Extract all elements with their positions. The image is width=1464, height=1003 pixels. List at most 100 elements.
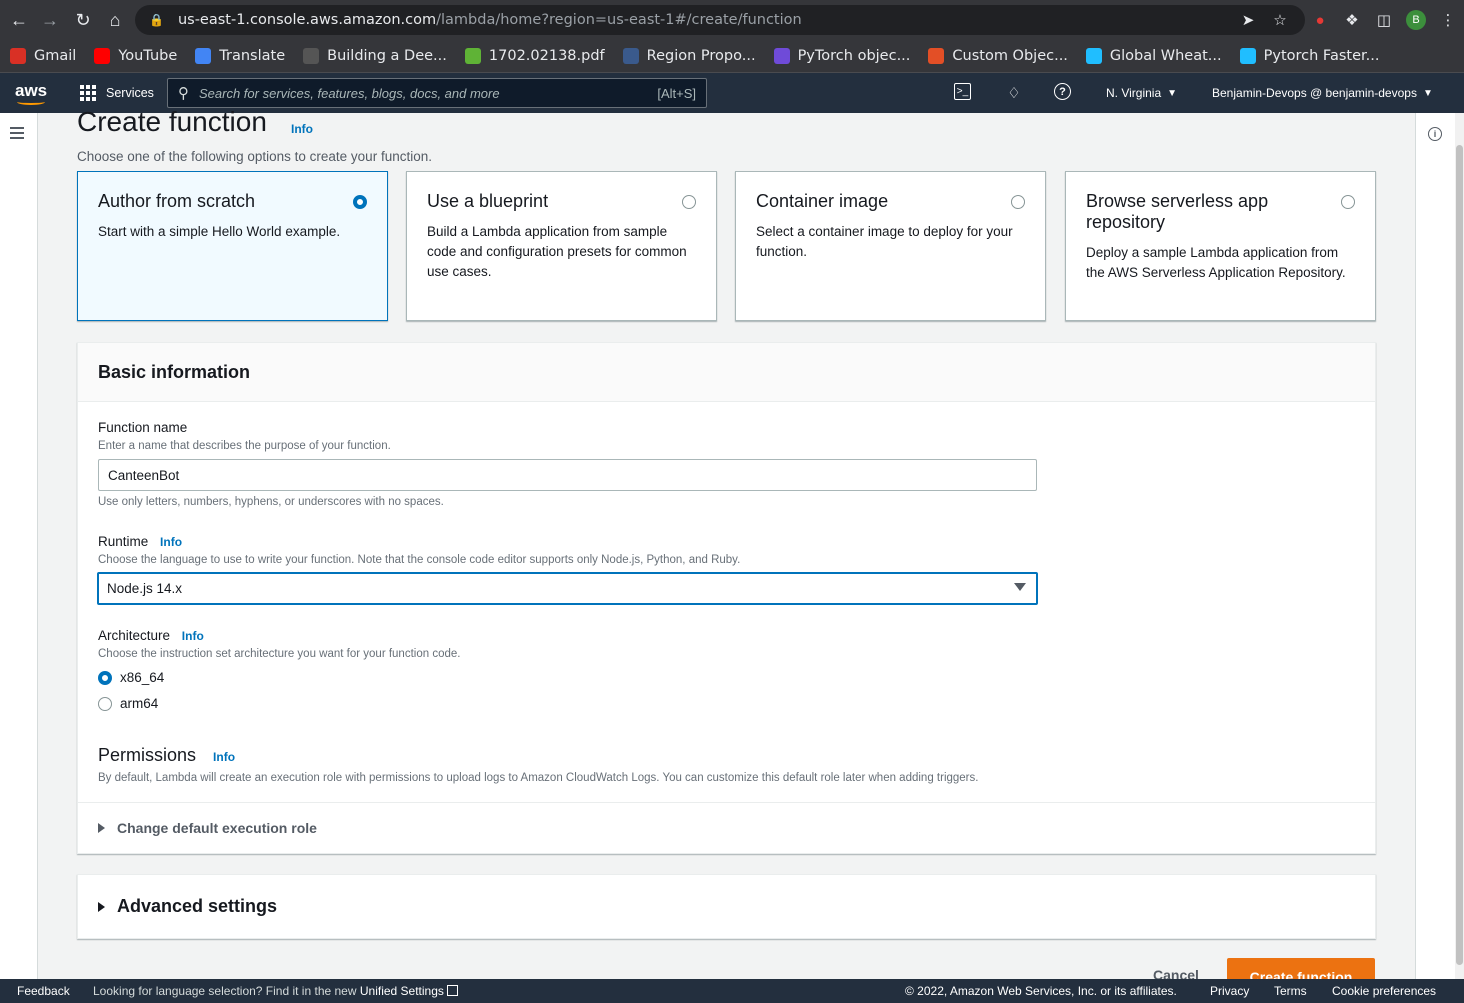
- profile-initial: B: [1406, 10, 1426, 30]
- option-radio[interactable]: [1011, 195, 1025, 209]
- bookmark-item[interactable]: Region Propo...: [622, 48, 756, 64]
- architecture-option-x86[interactable]: x86_64: [98, 670, 164, 685]
- bookmark-favicon-icon: [195, 48, 212, 64]
- runtime-select[interactable]: Node.js 14.x: [97, 572, 1038, 605]
- bookmark-favicon-icon: [303, 48, 320, 64]
- bookmark-item[interactable]: Pytorch Faster...: [1239, 48, 1379, 64]
- search-shortcut: [Alt+S]: [657, 85, 696, 101]
- bookmark-item[interactable]: Translate: [195, 48, 285, 64]
- bookmark-favicon-icon: [1085, 48, 1102, 64]
- bookmark-label: Global Wheat...: [1109, 48, 1222, 64]
- option-title: Container image: [756, 191, 889, 211]
- language-notice: Looking for language selection? Find it …: [93, 984, 458, 998]
- architecture-desc: Choose the instruction set architecture …: [98, 648, 461, 660]
- title-info-link[interactable]: Info: [291, 122, 313, 136]
- aws-logo[interactable]: aws: [15, 81, 48, 105]
- home-icon[interactable]: ⌂: [99, 4, 131, 36]
- option-radio[interactable]: [353, 195, 367, 209]
- page-scrollbar[interactable]: [1455, 113, 1464, 979]
- radio-label: x86_64: [120, 670, 165, 685]
- share-icon[interactable]: ➤: [1232, 4, 1264, 36]
- cookie-preferences-link[interactable]: Cookie preferences: [1332, 984, 1436, 998]
- bell-icon[interactable]: ♢: [1004, 83, 1024, 103]
- bookmark-label: Gmail: [34, 48, 77, 64]
- bookmark-label: YouTube: [118, 48, 178, 64]
- option-author-from-scratch[interactable]: Author from scratch Start with a simple …: [77, 171, 388, 321]
- bookmark-item[interactable]: Custom Objec...: [928, 48, 1068, 64]
- puzzle-icon[interactable]: ❖: [1336, 4, 1368, 36]
- console-footer: Feedback Looking for language selection?…: [0, 979, 1464, 1003]
- aws-smile-icon: [17, 99, 45, 105]
- option-title: Use a blueprint: [427, 191, 549, 211]
- menu-kebab-icon[interactable]: ⋮: [1432, 4, 1464, 36]
- function-name-label: Function name: [98, 420, 188, 435]
- option-desc: Deploy a sample Lambda application from …: [1086, 245, 1346, 280]
- basic-information-panel: Basic information Function name Enter a …: [77, 342, 1376, 854]
- bookmark-item[interactable]: 1702.02138.pdf: [464, 48, 605, 64]
- advanced-settings-expander[interactable]: Advanced settings: [98, 896, 277, 917]
- star-icon[interactable]: ☆: [1264, 4, 1296, 36]
- option-container-image[interactable]: Container image Select a container image…: [735, 171, 1046, 321]
- search-input[interactable]: [199, 85, 639, 101]
- browser-toolbar: ← → ↻ ⌂ 🔒 us-east-1.console.aws.amazon.c…: [0, 0, 1464, 40]
- bookmark-item[interactable]: Global Wheat...: [1085, 48, 1222, 64]
- option-browse-serverless[interactable]: Browse serverless app repository Deploy …: [1065, 171, 1376, 321]
- option-radio[interactable]: [682, 195, 696, 209]
- function-name-input[interactable]: [98, 459, 1037, 491]
- bookmark-favicon-icon: [622, 48, 639, 64]
- account-label: Benjamin-Devops @ benjamin-devops: [1212, 86, 1417, 100]
- option-radio[interactable]: [1341, 195, 1355, 209]
- forward-icon[interactable]: →: [34, 4, 66, 36]
- info-panel-icon[interactable]: i: [1428, 127, 1442, 141]
- change-execution-role-expander[interactable]: Change default execution role: [98, 820, 317, 836]
- option-desc: Build a Lambda application from sample c…: [427, 224, 687, 279]
- region-selector[interactable]: N. Virginia ▼: [1106, 73, 1177, 113]
- external-link-icon: [446, 985, 458, 996]
- runtime-label: Runtime Info: [98, 534, 182, 549]
- option-use-blueprint[interactable]: Use a blueprint Build a Lambda applicati…: [406, 171, 717, 321]
- aws-logo-text: aws: [15, 81, 48, 100]
- permissions-heading: Permissions Info: [98, 745, 235, 766]
- reload-icon[interactable]: ↻: [67, 4, 99, 36]
- cloudshell-icon[interactable]: >_: [954, 83, 971, 100]
- runtime-info-link[interactable]: Info: [160, 535, 182, 549]
- architecture-info-link[interactable]: Info: [182, 629, 204, 643]
- architecture-option-arm64[interactable]: arm64: [98, 696, 158, 711]
- feedback-link[interactable]: Feedback: [17, 984, 70, 998]
- profile-avatar[interactable]: B: [1400, 4, 1432, 36]
- privacy-link[interactable]: Privacy: [1210, 984, 1249, 998]
- hamburger-icon[interactable]: [10, 127, 24, 142]
- lock-icon: 🔒: [149, 13, 164, 27]
- option-desc: Start with a simple Hello World example.: [98, 224, 341, 239]
- radio-x86[interactable]: [98, 670, 112, 685]
- bookmark-item[interactable]: Gmail: [10, 48, 76, 64]
- search-icon: ⚲: [178, 85, 189, 102]
- bookmark-favicon-icon: [464, 48, 481, 64]
- extension-red-icon[interactable]: ●: [1304, 4, 1336, 36]
- bookmark-label: Translate: [219, 48, 286, 64]
- bookmark-item[interactable]: YouTube: [94, 48, 177, 64]
- advanced-settings-panel: Advanced settings: [77, 874, 1376, 939]
- account-menu[interactable]: Benjamin-Devops @ benjamin-devops ▼: [1212, 73, 1433, 113]
- page-subtitle: Choose one of the following options to c…: [77, 149, 432, 164]
- bookmark-favicon-icon: [1239, 48, 1256, 64]
- bookmark-label: 1702.02138.pdf: [488, 48, 605, 64]
- scrollbar-thumb[interactable]: [1456, 145, 1463, 965]
- permissions-info-link[interactable]: Info: [213, 750, 235, 764]
- bookmark-item[interactable]: PyTorch objec...: [773, 48, 910, 64]
- aws-search-box[interactable]: ⚲ [Alt+S]: [167, 78, 707, 108]
- unified-settings-link[interactable]: Unified Settings: [360, 984, 444, 998]
- function-name-hint: Use only letters, numbers, hyphens, or u…: [98, 496, 444, 508]
- address-bar[interactable]: 🔒 us-east-1.console.aws.amazon.com/lambd…: [135, 5, 1305, 35]
- radio-arm64[interactable]: [98, 696, 112, 711]
- help-panel-rail: i: [1415, 113, 1455, 979]
- bookmark-favicon-icon: [773, 48, 790, 64]
- terms-link[interactable]: Terms: [1274, 984, 1307, 998]
- sidepanel-icon[interactable]: ◫: [1368, 4, 1400, 36]
- runtime-value: Node.js 14.x: [107, 581, 183, 596]
- back-icon[interactable]: ←: [3, 4, 35, 36]
- bookmark-favicon-icon: [94, 48, 111, 64]
- panel-header: Basic information: [78, 343, 1375, 402]
- bookmark-item[interactable]: Building a Dee...: [303, 48, 447, 64]
- help-icon[interactable]: ?: [1054, 83, 1071, 100]
